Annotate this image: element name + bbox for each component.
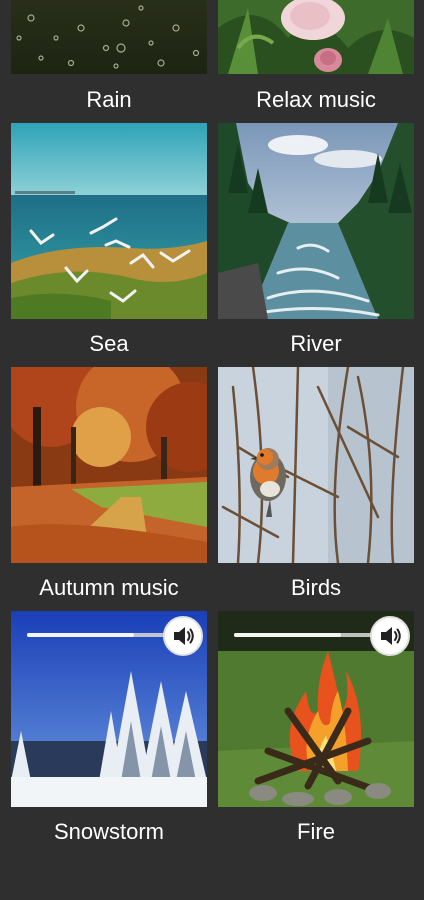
tile-label-snowstorm: Snowstorm [53, 819, 165, 844]
sound-grid-screen: Rain Relax music Sea River Autumn music … [0, 0, 424, 900]
tile-rain[interactable] [11, 0, 207, 74]
tile-label-rain: Rain [86, 87, 132, 112]
roses-image [218, 0, 414, 74]
speaker-volume-icon [381, 627, 401, 645]
tile-label-sea: Sea [89, 331, 129, 356]
tile-sea[interactable] [11, 123, 207, 319]
seagulls-sea-image [11, 123, 207, 319]
tile-river[interactable] [218, 123, 414, 319]
speaker-volume-icon [174, 627, 194, 645]
snowstorm-volume-fill [27, 633, 134, 637]
tile-relax-music[interactable] [218, 0, 414, 74]
robin-bird-image [218, 367, 414, 563]
tile-label-relax-music: Relax music [256, 87, 376, 112]
snowstorm-volume-slider[interactable] [27, 633, 169, 637]
rain-drops-image [11, 0, 207, 74]
mountain-river-image [218, 123, 414, 319]
tile-fire[interactable] [218, 611, 414, 807]
tile-label-autumn-music: Autumn music [39, 575, 179, 600]
fire-volume-slider[interactable] [234, 633, 376, 637]
snowstorm-volume-button[interactable] [163, 616, 203, 656]
fire-volume-button[interactable] [370, 616, 410, 656]
tile-autumn-music[interactable] [11, 367, 207, 563]
autumn-park-image [11, 367, 207, 563]
fire-volume-fill [234, 633, 341, 637]
tile-birds[interactable] [218, 367, 414, 563]
tile-label-river: River [290, 331, 342, 356]
tile-snowstorm[interactable] [11, 611, 207, 807]
tile-label-fire: Fire [297, 819, 335, 844]
tile-label-birds: Birds [290, 575, 342, 600]
